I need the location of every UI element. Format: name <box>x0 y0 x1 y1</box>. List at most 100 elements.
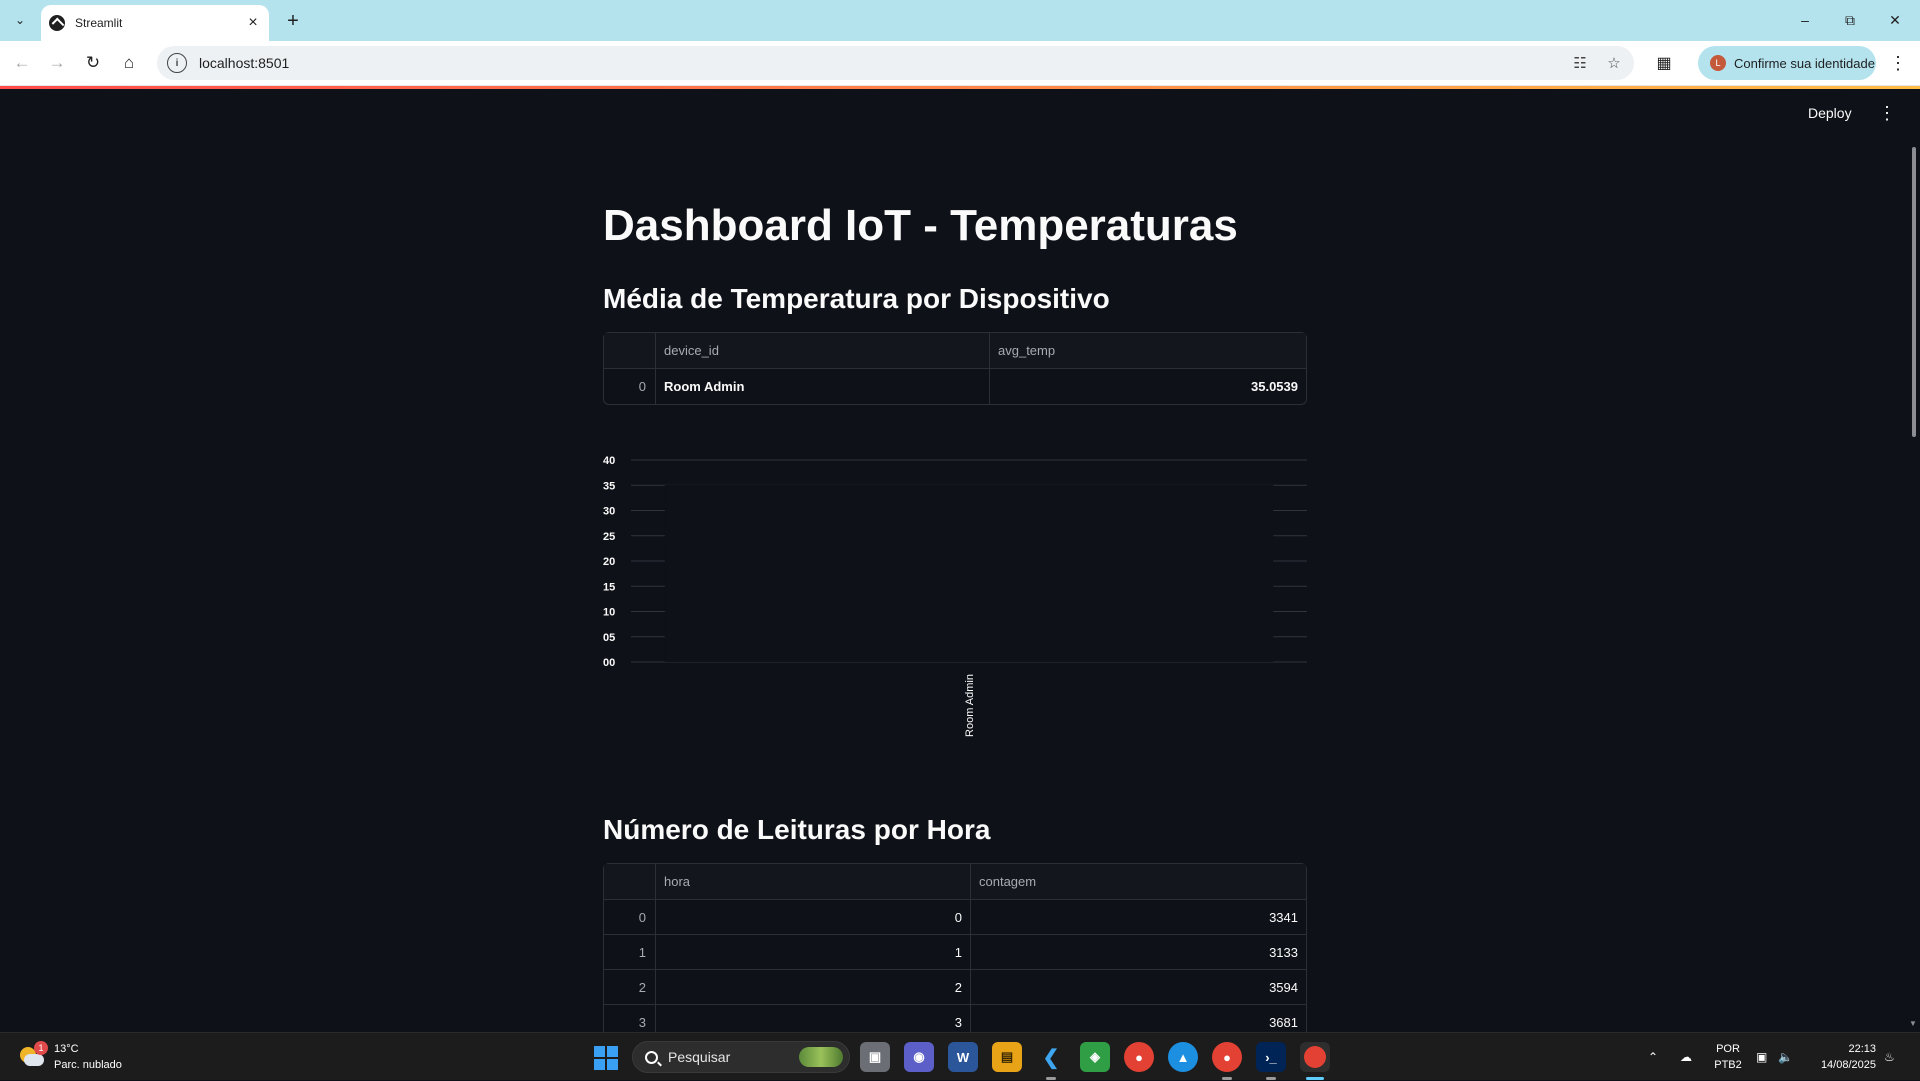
index-header <box>604 333 656 368</box>
chrome-profile-icon[interactable]: ● <box>1212 1042 1242 1072</box>
cell-hora[interactable]: 2 <box>656 970 971 1004</box>
weather-text: 13°C Parc. nublado <box>54 1041 122 1073</box>
row-index: 3 <box>604 1005 656 1032</box>
row-index: 1 <box>604 935 656 969</box>
bar[interactable] <box>664 484 1274 662</box>
readings-per-hour-dataframe[interactable]: hora contagem 0 0 3341 1 1 3133 2 2 3594… <box>603 863 1307 1032</box>
vscode-icon[interactable]: ❮ <box>1036 1042 1066 1072</box>
browser-tab-streamlit[interactable]: Streamlit × <box>41 5 269 41</box>
column-header-device-id[interactable]: device_id <box>656 333 990 368</box>
avg-temp-bar-chart[interactable]: 00 05 10 15 20 25 30 35 40 Room Admin <box>603 444 1307 774</box>
page-title: Dashboard IoT - Temperaturas <box>603 201 1238 250</box>
tab-title: Streamlit <box>75 16 123 30</box>
minimize-window-icon[interactable]: – <box>1790 8 1820 32</box>
restore-window-icon[interactable]: ⧉ <box>1835 8 1865 32</box>
cell-hora[interactable]: 1 <box>656 935 971 969</box>
section-title-avg-temp: Média de Temperatura por Dispositivo <box>603 283 1110 314</box>
teams-chat-icon[interactable]: ◉ <box>904 1042 934 1072</box>
keyboard-layout: PTB2 <box>1714 1059 1742 1071</box>
system-clock[interactable]: 22:13 14/08/2025 <box>1806 1033 1876 1081</box>
table-row[interactable]: 1 1 3133 <box>604 935 1306 970</box>
url-text[interactable]: localhost:8501 <box>199 55 1566 71</box>
cell-hora[interactable]: 3 <box>656 1005 971 1032</box>
browser-menu-kebab-icon[interactable]: ⋮ <box>1884 49 1912 77</box>
y-tick-label: 35 <box>603 480 615 492</box>
cell-avg-temp[interactable]: 35.0539 <box>990 369 1306 404</box>
chrome-icon[interactable]: ● <box>1124 1042 1154 1072</box>
notification-bell-icon[interactable]: ♨ <box>1884 1033 1895 1081</box>
new-tab-plus-icon[interactable]: + <box>280 8 306 34</box>
cell-hora[interactable]: 0 <box>656 900 971 934</box>
row-index: 2 <box>604 970 656 1004</box>
table-row[interactable]: 3 3 3681 <box>604 1005 1306 1032</box>
translate-icon[interactable]: ☷ <box>1566 49 1594 77</box>
bookmark-star-icon[interactable]: ☆ <box>1600 49 1628 77</box>
browser-tab-bar: ⌄ Streamlit × + – ⧉ ✕ <box>0 0 1920 41</box>
word-icon[interactable]: W <box>948 1042 978 1072</box>
chrome-active-icon[interactable] <box>1300 1042 1330 1072</box>
home-icon[interactable]: ⌂ <box>115 49 143 77</box>
tab-close-icon[interactable]: × <box>243 13 263 33</box>
search-highlight-image <box>799 1047 843 1067</box>
clock-time: 22:13 <box>1848 1043 1876 1055</box>
taskbar-search-box[interactable]: Pesquisar <box>632 1041 850 1073</box>
weather-temp: 13°C <box>54 1043 79 1055</box>
index-header <box>604 864 656 899</box>
y-tick-label: 30 <box>603 506 615 518</box>
cell-contagem[interactable]: 3594 <box>971 970 1306 1004</box>
weather-badge: 1 <box>34 1041 48 1055</box>
windows-start-icon[interactable] <box>594 1046 618 1070</box>
onedrive-cloud-icon[interactable]: ☁ <box>1680 1033 1692 1081</box>
deploy-button[interactable]: Deploy <box>1808 105 1852 121</box>
avg-temp-dataframe[interactable]: device_id avg_temp 0 Room Admin 35.0539 <box>603 332 1307 405</box>
page-scrollbar-thumb[interactable] <box>1912 147 1916 437</box>
column-header-contagem[interactable]: contagem <box>971 864 1306 899</box>
clock-date: 14/08/2025 <box>1820 1059 1876 1071</box>
cell-contagem[interactable]: 3133 <box>971 935 1306 969</box>
table-row[interactable]: 2 2 3594 <box>604 970 1306 1005</box>
scroll-down-arrow-icon[interactable]: ▼ <box>1909 1019 1917 1028</box>
address-bar[interactable]: i localhost:8501 ☷ ☆ <box>157 46 1634 80</box>
table-row[interactable]: 0 0 3341 <box>604 900 1306 935</box>
y-tick-label: 40 <box>603 455 615 467</box>
reload-icon[interactable]: ↻ <box>79 49 107 77</box>
y-tick-label: 10 <box>603 607 615 619</box>
cell-device-id[interactable]: Room Admin <box>656 369 990 404</box>
network-icon[interactable]: ▣ <box>1756 1033 1767 1081</box>
file-explorer-icon[interactable]: ▤ <box>992 1042 1022 1072</box>
chart-svg: 00 05 10 15 20 25 30 35 40 Room Admin <box>603 455 1307 737</box>
profile-avatar-icon: L <box>1710 55 1726 71</box>
streamlit-app: Deploy ⋮ ▼ Dashboard IoT - Temperaturas … <box>0 89 1920 1032</box>
volume-icon[interactable]: 🔈 <box>1778 1033 1793 1081</box>
chart-bars <box>664 484 1274 662</box>
input-language-indicator[interactable]: POR PTB2 <box>1708 1033 1748 1081</box>
cell-contagem[interactable]: 3681 <box>971 1005 1306 1032</box>
site-info-icon[interactable]: i <box>167 53 187 73</box>
profile-label: Confirme sua identidade <box>1734 55 1875 71</box>
column-header-hora[interactable]: hora <box>656 864 971 899</box>
app-menu-kebab-icon[interactable]: ⋮ <box>1878 103 1896 124</box>
browser-toolbar: ← → ↻ ⌂ i localhost:8501 ☷ ☆ ▦ L Confirm… <box>0 41 1920 86</box>
weather-desc: Parc. nublado <box>54 1059 122 1071</box>
forward-arrow-icon[interactable]: → <box>43 49 71 77</box>
docker-icon[interactable]: ▲ <box>1168 1042 1198 1072</box>
column-header-avg-temp[interactable]: avg_temp <box>990 333 1306 368</box>
tray-overflow-chevron-icon[interactable]: ⌃ <box>1648 1033 1658 1081</box>
profile-button[interactable]: L Confirme sua identidade <box>1698 46 1876 80</box>
close-window-icon[interactable]: ✕ <box>1880 8 1910 32</box>
task-view-icon[interactable]: ▣ <box>860 1042 890 1072</box>
row-index: 0 <box>604 900 656 934</box>
cell-contagem[interactable]: 3341 <box>971 900 1306 934</box>
y-tick-label: 15 <box>603 581 615 593</box>
weather-widget[interactable]: 1 13°C Parc. nublado <box>18 1041 122 1073</box>
chart-x-axis: Room Admin <box>964 674 976 737</box>
chart-y-axis: 00 05 10 15 20 25 30 35 40 <box>603 455 615 669</box>
table-row[interactable]: 0 Room Admin 35.0539 <box>604 369 1306 404</box>
x-tick-label: Room Admin <box>964 674 976 737</box>
search-icon <box>645 1050 658 1064</box>
back-arrow-icon[interactable]: ← <box>8 49 36 77</box>
extensions-puzzle-icon[interactable]: ▦ <box>1650 49 1678 77</box>
tab-search-chevron-icon[interactable]: ⌄ <box>8 8 32 32</box>
security-app-icon[interactable]: ◈ <box>1080 1042 1110 1072</box>
terminal-icon[interactable]: ›_ <box>1256 1042 1286 1072</box>
